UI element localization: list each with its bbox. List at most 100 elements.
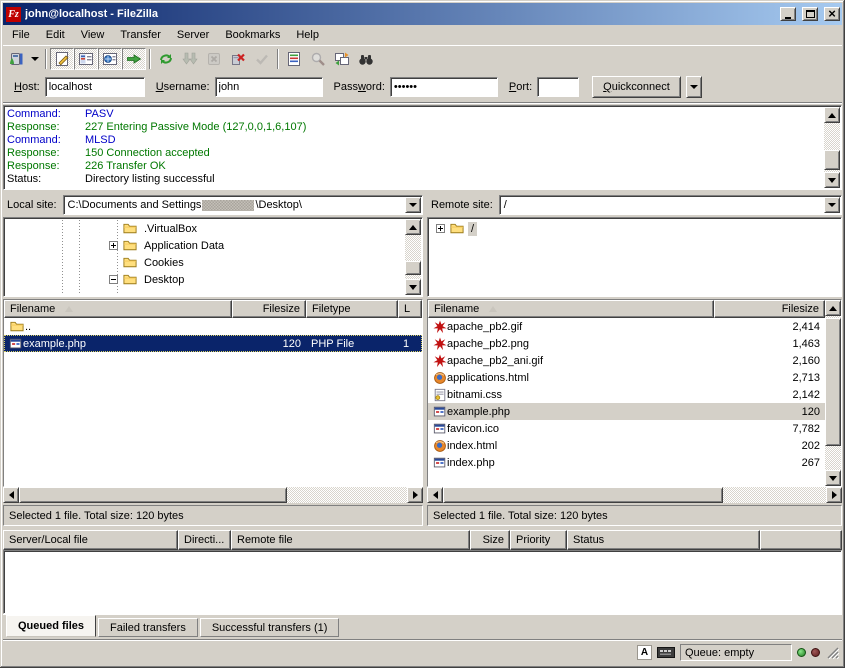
- filesize-cell: 2,414: [714, 318, 825, 335]
- minimize-button[interactable]: [780, 7, 796, 21]
- column-header-last-modified[interactable]: L: [398, 300, 422, 318]
- port-input[interactable]: [537, 77, 579, 97]
- tree-item[interactable]: /: [430, 220, 839, 237]
- toggle-transfer-queue-button[interactable]: [122, 48, 146, 70]
- queue-column-directi-[interactable]: Directi...: [178, 530, 231, 550]
- tree-item-label: Application Data: [141, 239, 227, 253]
- cancel-operation-button[interactable]: [202, 48, 226, 70]
- menu-file[interactable]: File: [4, 27, 38, 43]
- file-row[interactable]: index.php267: [428, 454, 841, 471]
- quickconnect-dropdown-button[interactable]: [686, 76, 702, 98]
- column-header-filename[interactable]: Filename: [4, 300, 232, 318]
- scroll-left-button[interactable]: [3, 487, 19, 503]
- resize-grip[interactable]: [826, 646, 839, 659]
- local-site-combo-dropdown-button[interactable]: [405, 197, 421, 213]
- menu-edit[interactable]: Edit: [38, 27, 73, 43]
- queue-column-server-local-file[interactable]: Server/Local file: [3, 530, 178, 550]
- scroll-thumb[interactable]: [824, 150, 840, 170]
- file-row[interactable]: example.php120PHP File1: [4, 335, 422, 352]
- file-row[interactable]: apache_pb2_ani.gif2,160: [428, 352, 841, 369]
- scroll-right-button[interactable]: [407, 487, 423, 503]
- toggle-remote-tree-button[interactable]: [98, 48, 122, 70]
- column-header-filetype[interactable]: Filetype: [306, 300, 398, 318]
- file-row[interactable]: apache_pb2.png1,463: [428, 335, 841, 352]
- file-row[interactable]: example.php120: [428, 403, 841, 420]
- expand-toggle[interactable]: [436, 224, 445, 233]
- remote-site-combo[interactable]: /: [499, 195, 842, 215]
- scroll-down-button[interactable]: [405, 279, 421, 295]
- maximize-button[interactable]: [802, 7, 818, 21]
- local-site-combo[interactable]: C:\Documents and Settings\Desktop\: [63, 195, 423, 215]
- scroll-track[interactable]: [19, 487, 407, 503]
- process-queue-button[interactable]: [178, 48, 202, 70]
- toggle-message-log-button[interactable]: [50, 48, 74, 70]
- tree-item[interactable]: Cookies: [6, 254, 404, 271]
- scroll-thumb[interactable]: [825, 318, 841, 446]
- toggle-local-tree-button[interactable]: [74, 48, 98, 70]
- log-scrollbar: [824, 107, 840, 188]
- find-files-button[interactable]: [354, 48, 378, 70]
- disconnect-button[interactable]: [226, 48, 250, 70]
- filetype-cell: PHP File: [306, 335, 398, 352]
- tree-item[interactable]: .VirtualBox: [6, 220, 404, 237]
- scroll-up-button[interactable]: [824, 107, 840, 123]
- scroll-thumb[interactable]: [405, 261, 421, 275]
- collapse-toggle[interactable]: [109, 275, 118, 284]
- close-icon: [828, 8, 836, 21]
- column-header-filesize[interactable]: Filesize: [232, 300, 306, 318]
- scroll-left-button[interactable]: [427, 487, 443, 503]
- site-manager-button[interactable]: [4, 48, 28, 70]
- refresh-button[interactable]: [154, 48, 178, 70]
- close-button[interactable]: [824, 7, 840, 21]
- file-row[interactable]: favicon.ico7,782: [428, 420, 841, 437]
- queue-column-priority[interactable]: Priority: [510, 530, 567, 550]
- site-manager-dropdown-button[interactable]: [28, 48, 42, 70]
- directory-comparison-button[interactable]: [306, 48, 330, 70]
- file-row[interactable]: index.html202: [428, 437, 841, 454]
- tab-successful-transfers-1-[interactable]: Successful transfers (1): [200, 618, 340, 637]
- cancel-operation-icon: [206, 51, 222, 67]
- file-row[interactable]: bitnami.css2,142: [428, 386, 841, 403]
- menu-help[interactable]: Help: [288, 27, 327, 43]
- queue-column-remote-file[interactable]: Remote file: [231, 530, 470, 550]
- tree-item[interactable]: Application Data: [6, 237, 404, 254]
- column-header-filename[interactable]: Filename: [428, 300, 714, 318]
- quickconnect-button[interactable]: Quickconnect: [592, 76, 681, 98]
- menu-view[interactable]: View: [73, 27, 113, 43]
- host-input[interactable]: [45, 77, 145, 97]
- local-site-bar: Local site: C:\Documents and Settings\Des…: [3, 194, 423, 216]
- file-row[interactable]: applications.html2,713: [428, 369, 841, 386]
- scroll-track[interactable]: [443, 487, 826, 503]
- menu-transfer[interactable]: Transfer: [112, 27, 169, 43]
- php-file-icon: [433, 405, 447, 419]
- username-input[interactable]: [215, 77, 323, 97]
- filter-button[interactable]: [282, 48, 306, 70]
- scroll-down-button[interactable]: [825, 470, 841, 486]
- scroll-down-button[interactable]: [824, 172, 840, 188]
- scroll-thumb[interactable]: [443, 487, 723, 503]
- scroll-up-button[interactable]: [825, 300, 841, 316]
- synchronized-browsing-button[interactable]: [330, 48, 354, 70]
- scroll-track[interactable]: [824, 123, 840, 172]
- scroll-track[interactable]: [825, 316, 841, 470]
- column-header-filesize[interactable]: Filesize: [714, 300, 825, 318]
- remote-site-combo-dropdown-button[interactable]: [824, 197, 840, 213]
- reconnect-button[interactable]: [250, 48, 274, 70]
- scroll-track[interactable]: [405, 235, 421, 279]
- file-row[interactable]: ..: [4, 318, 422, 335]
- local-site-label: Local site:: [5, 199, 59, 211]
- password-input[interactable]: [390, 77, 498, 97]
- file-row[interactable]: apache_pb2.gif2,414: [428, 318, 841, 335]
- tab-queued-files[interactable]: Queued files: [6, 615, 96, 637]
- tab-failed-transfers[interactable]: Failed transfers: [98, 618, 198, 637]
- transfer-queue-list[interactable]: [3, 550, 842, 614]
- queue-column-size[interactable]: Size: [470, 530, 510, 550]
- menu-bookmarks[interactable]: Bookmarks: [217, 27, 288, 43]
- tree-item[interactable]: Desktop: [6, 271, 404, 288]
- scroll-right-button[interactable]: [826, 487, 842, 503]
- queue-column-status[interactable]: Status: [567, 530, 760, 550]
- scroll-thumb[interactable]: [19, 487, 287, 503]
- expand-toggle[interactable]: [109, 241, 118, 250]
- scroll-up-button[interactable]: [405, 219, 421, 235]
- menu-server[interactable]: Server: [169, 27, 217, 43]
